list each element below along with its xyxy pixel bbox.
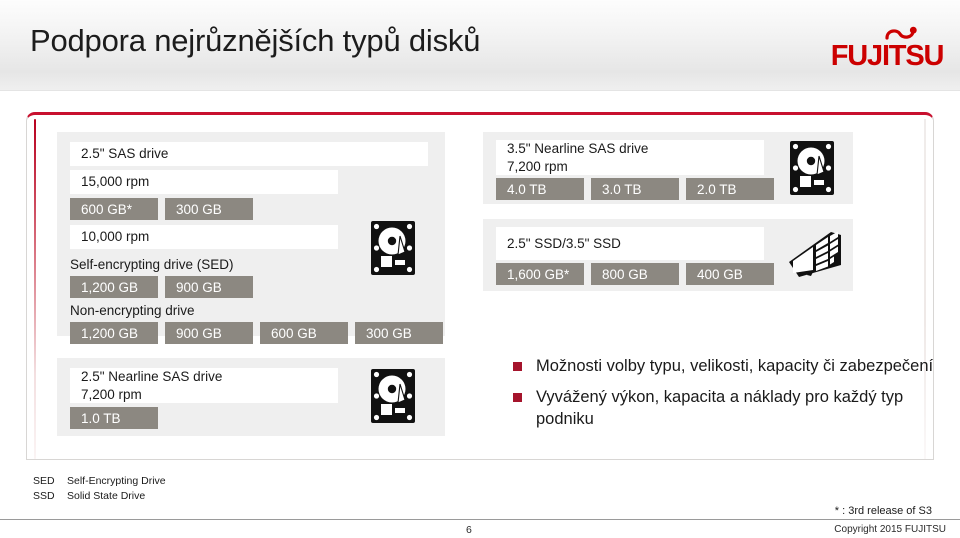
panel-ssd-title: 2.5" SSD/3.5" SSD: [496, 227, 764, 260]
chip-400gb: 400 GB: [686, 263, 774, 285]
legend-row-sed: SED Self-Encrypting Drive: [33, 474, 166, 489]
chip-900gb-nonsed: 900 GB: [165, 322, 253, 344]
chip-1200gb-sed: 1,200 GB: [70, 276, 158, 298]
solid-state-drive-icon: [783, 228, 845, 287]
row-10000-rpm: 10,000 rpm: [70, 225, 338, 249]
panel-nearline-25-title: 2.5" Nearline SAS drive 7,200 rpm: [70, 368, 338, 403]
legend-abbr-sed: SED: [33, 475, 55, 487]
chip-2tb: 2.0 TB: [686, 178, 774, 200]
list-item: Vyvážený výkon, kapacita a náklady pro k…: [513, 387, 943, 431]
legend-row-ssd: SSD Solid State Drive: [33, 489, 166, 504]
content-frame: 2.5" SAS drive 15,000 rpm 600 GB* 300 GB…: [26, 112, 934, 460]
fujitsu-wordmark: FUJITSU: [830, 40, 945, 72]
row-15000-rpm: 15,000 rpm: [70, 170, 338, 194]
copyright-notice: Copyright 2015 FUJITSU: [834, 524, 946, 535]
chip-300gb-15k: 300 GB: [165, 198, 253, 220]
hard-disk-drive-icon: [789, 140, 835, 201]
chip-300gb-nonsed: 300 GB: [355, 322, 443, 344]
slide-header: Podpora nejrůznějších typů disků FUJITSU: [0, 0, 960, 91]
chip-800gb: 800 GB: [591, 263, 679, 285]
chip-1tb-nearline-25: 1.0 TB: [70, 407, 158, 429]
benefits-list: Možnosti volby typu, velikosti, kapacity…: [513, 356, 943, 440]
bullet-text-2: Vyvážený výkon, kapacita a náklady pro k…: [536, 387, 904, 428]
frame-left-accent-line: [34, 119, 36, 459]
page-title: Podpora nejrůznějších typů disků: [30, 23, 481, 58]
chip-3tb: 3.0 TB: [591, 178, 679, 200]
chip-4tb: 4.0 TB: [496, 178, 584, 200]
abbreviation-legend: SED Self-Encrypting Drive SSD Solid Stat…: [33, 474, 166, 504]
chip-900gb-sed: 900 GB: [165, 276, 253, 298]
panel-nearline-35-title: 3.5" Nearline SAS drive 7,200 rpm: [496, 140, 764, 175]
hard-disk-drive-icon: [370, 368, 416, 429]
list-item: Možnosti volby typu, velikosti, kapacity…: [513, 356, 943, 378]
panel-nearline-35: 3.5" Nearline SAS drive 7,200 rpm 4.0 TB…: [483, 132, 853, 204]
legend-abbr-ssd: SSD: [33, 489, 55, 502]
chip-1600gb-star: 1,600 GB*: [496, 263, 584, 285]
legend-meaning-sed: Self-Encrypting Drive: [67, 475, 166, 487]
hard-disk-drive-icon: [370, 220, 416, 281]
panel-nearline-25: 2.5" Nearline SAS drive 7,200 rpm 1.0 TB: [57, 358, 445, 436]
chip-600gb-nonsed: 600 GB: [260, 322, 348, 344]
chip-600gb-star: 600 GB*: [70, 198, 158, 220]
label-self-encrypting-drive: Self-encrypting drive (SED): [70, 257, 234, 272]
footnote-star: * : 3rd release of S3: [834, 505, 932, 517]
bullet-text-1: Možnosti volby typu, velikosti, kapacity…: [536, 357, 934, 375]
footer-divider: [0, 519, 960, 520]
label-non-encrypting-drive: Non-encrypting drive: [70, 303, 195, 318]
legend-meaning-ssd: Solid State Drive: [67, 489, 146, 502]
bullet-square-icon: [513, 362, 522, 371]
page-number: 6: [466, 524, 472, 536]
panel-sas-25-title: 2.5" SAS drive: [70, 142, 428, 166]
panel-sas-25: 2.5" SAS drive 15,000 rpm 600 GB* 300 GB…: [57, 132, 445, 344]
chip-1200gb-nonsed: 1,200 GB: [70, 322, 158, 344]
bullet-square-icon: [513, 392, 522, 402]
fujitsu-logo: FUJITSU: [828, 26, 946, 74]
panel-ssd: 2.5" SSD/3.5" SSD 1,600 GB* 800 GB 400 G…: [483, 219, 853, 291]
